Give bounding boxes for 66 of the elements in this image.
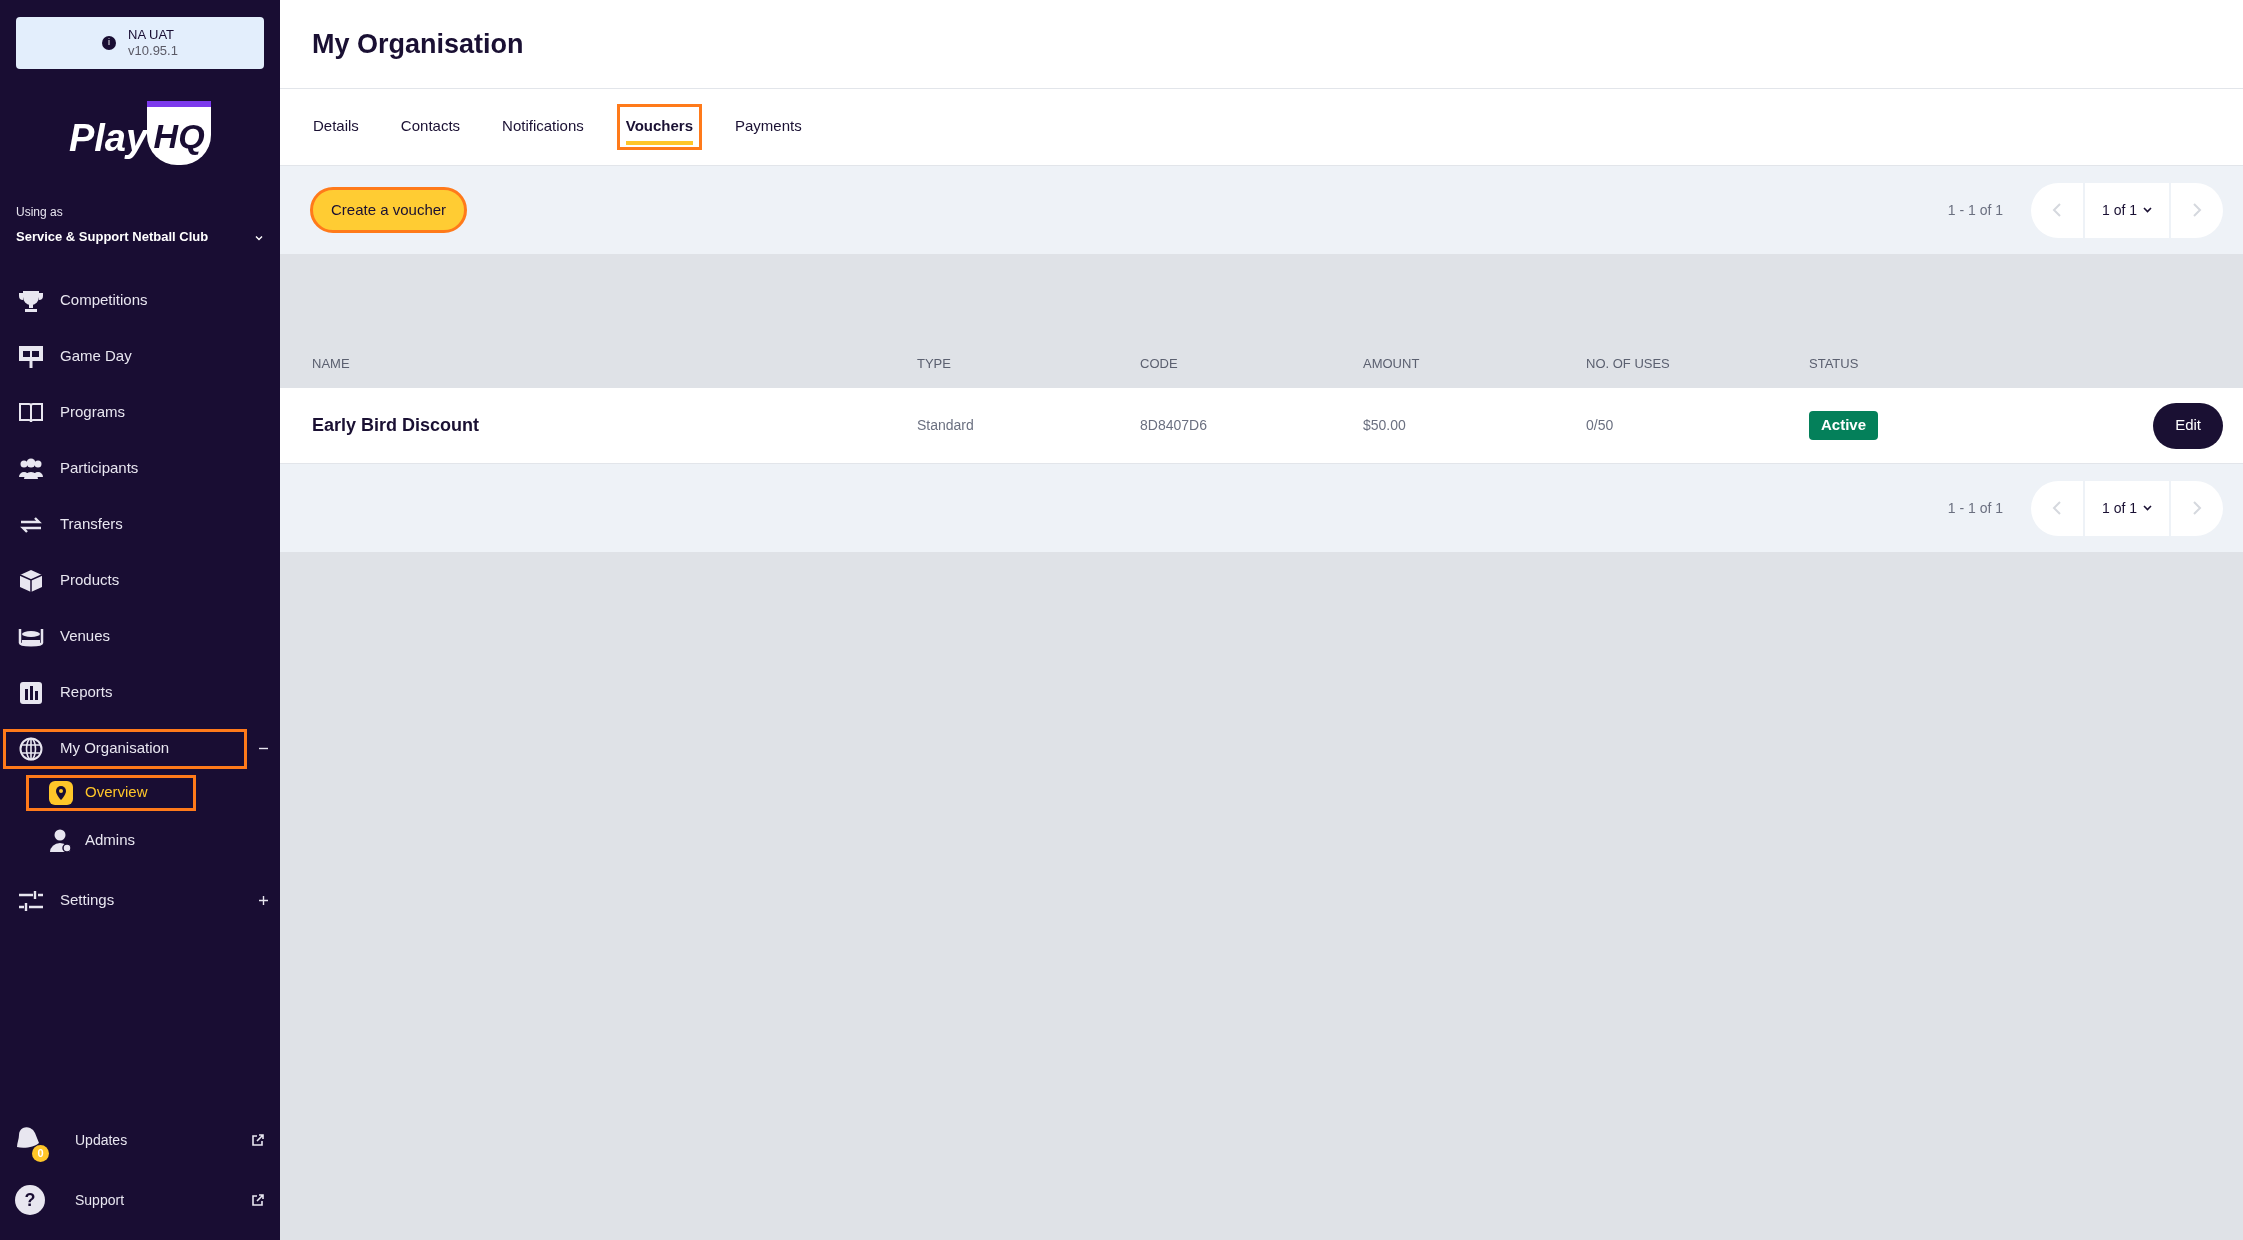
- people-icon: [18, 456, 44, 481]
- column-header: TYPE: [917, 354, 952, 373]
- sidebar-item[interactable]: Game Day: [3, 336, 247, 377]
- table-cell-text: Early Bird Discount: [312, 414, 481, 437]
- version-label: v10.95.1: [128, 43, 178, 60]
- chevron-left-icon: [2052, 202, 2062, 218]
- chevron-left-icon: [2052, 500, 2062, 516]
- info-icon: i: [102, 36, 117, 50]
- table-cell-text: 8D8407D6: [1140, 416, 1208, 435]
- edit-button[interactable]: Edit: [2153, 402, 2223, 449]
- column-header: NO. OF USES: [1586, 354, 1671, 373]
- status-badge: Active: [1809, 411, 1879, 440]
- chevron-right-icon: [2192, 500, 2202, 516]
- sidebar-item[interactable]: Venues: [3, 616, 247, 657]
- sliders-icon: [18, 888, 44, 913]
- table-cell-text: 0/50: [1586, 416, 1615, 435]
- organisation-name: Service & Support Netball Club: [16, 228, 209, 246]
- pagination-range: 1 - 1 of 1: [1947, 200, 2003, 220]
- plus-icon[interactable]: [259, 896, 268, 905]
- sidebar-subitem[interactable]: Admins: [26, 822, 196, 859]
- tab[interactable]: Notifications: [493, 104, 593, 150]
- tab[interactable]: Payments: [726, 104, 811, 150]
- external-link-icon: [251, 1133, 265, 1147]
- chevron-right-icon: [2192, 202, 2202, 218]
- box-icon: [18, 568, 44, 593]
- table-cell-text: $50.00: [1363, 416, 1407, 435]
- bar-chart-icon: [18, 680, 44, 705]
- page-select[interactable]: 1 of 1: [2085, 182, 2169, 238]
- user-gear-icon: [49, 827, 73, 854]
- sidebar-footer-item[interactable]: ? Support: [0, 1170, 280, 1230]
- tab[interactable]: Contacts: [391, 104, 470, 150]
- switcher-caption: Using as: [16, 204, 64, 221]
- sidebar-item[interactable]: Competitions: [3, 280, 247, 321]
- chevron-down-icon: [2143, 505, 2152, 511]
- sidebar-item[interactable]: Reports: [3, 672, 247, 713]
- organisation-switcher[interactable]: Using as Service & Support Netball Club: [16, 203, 264, 247]
- environment-name: NA UAT: [128, 26, 176, 43]
- column-header: NAME: [312, 354, 351, 373]
- external-link-icon: [251, 1193, 265, 1207]
- column-header: AMOUNT: [1363, 354, 1421, 373]
- trophy-icon: [18, 288, 44, 313]
- column-header: STATUS: [1809, 354, 1860, 373]
- sidebar-item[interactable]: Participants: [3, 448, 247, 489]
- sidebar-item[interactable]: Settings: [3, 880, 247, 921]
- create-voucher-button[interactable]: Create a voucher: [310, 187, 468, 233]
- pagination-range: 1 - 1 of 1: [1947, 498, 2003, 518]
- page-title: My Organisation: [312, 27, 524, 61]
- chevron-down-icon: [2143, 207, 2152, 213]
- scoreboard-icon: [18, 344, 44, 369]
- notification-badge: 0: [32, 1145, 49, 1162]
- tab[interactable]: Details: [304, 104, 368, 150]
- logo: Play HQ: [68, 101, 212, 165]
- globe-icon: [18, 736, 44, 761]
- sidebar-item[interactable]: My Organisation: [3, 728, 247, 769]
- book-icon: [18, 400, 44, 425]
- tab[interactable]: Vouchers: [616, 104, 702, 150]
- sidebar-item[interactable]: Products: [3, 560, 247, 601]
- help-icon: ?: [15, 1185, 45, 1215]
- sidebar-footer-item[interactable]: 0 Updates: [0, 1110, 280, 1170]
- sidebar-item[interactable]: Programs: [3, 392, 247, 433]
- location-pin-icon: [49, 780, 73, 805]
- column-header: CODE: [1140, 354, 1179, 373]
- page-select[interactable]: 1 of 1: [2085, 480, 2169, 536]
- sidebar-item[interactable]: Transfers: [3, 504, 247, 545]
- sidebar-subitem[interactable]: Overview: [26, 774, 196, 811]
- table-cell-text: Standard: [917, 416, 975, 435]
